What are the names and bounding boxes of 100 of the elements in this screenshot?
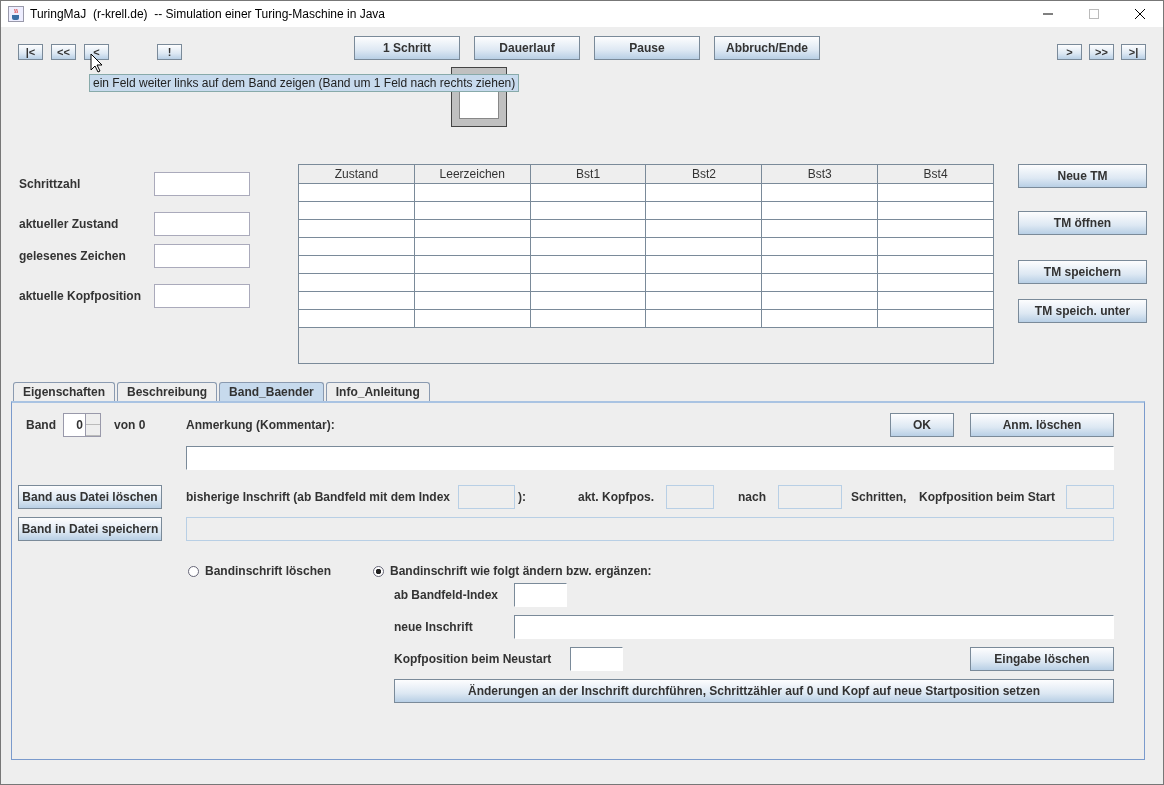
table-cell[interactable] [762, 238, 879, 256]
table-cell[interactable] [299, 256, 415, 274]
run-button[interactable]: 1 Schritt [354, 36, 460, 60]
table-cell[interactable] [878, 184, 993, 202]
table-cell[interactable] [762, 202, 879, 220]
comment-label: Anmerkung (Kommentar): [186, 418, 336, 432]
inscription-input[interactable] [514, 615, 1114, 639]
radio-option[interactable]: Bandinschrift löschen [188, 564, 373, 578]
table-cell[interactable] [299, 292, 415, 310]
restart-position-input[interactable] [570, 647, 623, 671]
table-cell[interactable] [762, 274, 879, 292]
table-cell[interactable] [530, 220, 647, 238]
field-label: ab Bandfeld-Index [394, 588, 499, 602]
table-cell[interactable] [646, 238, 763, 256]
table-cell[interactable] [299, 202, 415, 220]
table-cell[interactable] [299, 184, 415, 202]
cursor-icon [90, 53, 103, 73]
table-cell[interactable] [646, 310, 763, 328]
tape-nav-button[interactable]: ! [157, 44, 182, 60]
status-field[interactable] [154, 172, 250, 196]
tab[interactable]: Eigenschaften [13, 382, 116, 401]
table-cell[interactable] [762, 220, 879, 238]
table-cell[interactable] [530, 202, 647, 220]
table-cell[interactable] [299, 220, 415, 238]
field-label: gelesenes Zeichen [19, 249, 127, 263]
status-field[interactable] [154, 284, 250, 308]
table-cell[interactable] [414, 220, 531, 238]
tape-nav-button[interactable]: |< [18, 44, 43, 60]
table-cell[interactable] [646, 256, 763, 274]
table-cell[interactable] [530, 238, 647, 256]
run-button[interactable]: Pause [594, 36, 700, 60]
table-cell[interactable] [646, 202, 763, 220]
table-cell[interactable] [414, 292, 531, 310]
table-cell[interactable] [414, 256, 531, 274]
table-cell[interactable] [878, 310, 993, 328]
table-cell[interactable] [530, 292, 647, 310]
table-cell[interactable] [878, 292, 993, 310]
table-cell[interactable] [414, 202, 531, 220]
close-icon[interactable] [1134, 8, 1146, 20]
table-cell[interactable] [878, 202, 993, 220]
table-cell[interactable] [646, 220, 763, 238]
band-spinner[interactable]: 0 [63, 413, 101, 437]
file-button[interactable]: TM öffnen [1018, 211, 1147, 235]
ok-button[interactable]: OK [890, 413, 954, 437]
table-cell[interactable] [414, 274, 531, 292]
band-label: Band [26, 418, 57, 432]
run-button[interactable]: Dauerlauf [474, 36, 580, 60]
index-input[interactable] [514, 583, 567, 607]
tape-nav-button[interactable]: >| [1121, 44, 1146, 60]
table-cell[interactable] [762, 310, 879, 328]
table-cell[interactable] [762, 292, 879, 310]
table-cell[interactable] [414, 238, 531, 256]
table-cell[interactable] [762, 256, 879, 274]
run-button[interactable]: Abbruch/Ende [714, 36, 820, 60]
table-cell[interactable] [646, 292, 763, 310]
apply-button[interactable]: Änderungen an der Inschrift durchführen, Schrittzähler auf 0 und Kopf auf neue Startposition setzen [394, 679, 1114, 703]
field-label: ): [518, 490, 527, 504]
table-cell[interactable] [878, 274, 993, 292]
table-cell[interactable] [530, 274, 647, 292]
field-label: akt. Kopfpos. [578, 490, 655, 504]
table-cell[interactable] [646, 184, 763, 202]
table-cell[interactable] [299, 310, 415, 328]
table-cell[interactable] [646, 274, 763, 292]
table-cell[interactable] [878, 238, 993, 256]
radio-option[interactable]: Bandinschrift wie folgt ändern bzw. ergänzen: [373, 564, 652, 578]
field-label: Schritten, [851, 490, 908, 504]
status-field[interactable] [154, 212, 250, 236]
tape-nav-button[interactable]: << [51, 44, 76, 60]
status-field[interactable] [154, 244, 250, 268]
field-label: aktueller Zustand [19, 217, 120, 231]
band-file-button[interactable]: Band aus Datei löschen [18, 485, 162, 509]
table-cell[interactable] [530, 184, 647, 202]
tape-nav-button[interactable]: >> [1089, 44, 1114, 60]
table-cell[interactable] [414, 310, 531, 328]
comment-field[interactable] [186, 446, 1114, 470]
table-cell[interactable] [878, 220, 993, 238]
field-label: nach [738, 490, 767, 504]
field-label: aktuelle Kopfposition [19, 289, 142, 303]
tab[interactable]: Info_Anleitung [325, 382, 430, 401]
table-cell[interactable] [530, 310, 647, 328]
clear-comment-button[interactable]: Anm. löschen [970, 413, 1114, 437]
table-cell[interactable] [530, 256, 647, 274]
file-button[interactable]: TM speichern [1018, 260, 1147, 284]
band-file-button[interactable]: Band in Datei speichern [18, 517, 162, 541]
table-cell[interactable] [299, 238, 415, 256]
field-label: Kopfposition beim Neustart [394, 652, 553, 666]
tape-nav-button[interactable]: > [1057, 44, 1082, 60]
maximize-icon[interactable] [1088, 8, 1100, 20]
table-cell[interactable] [414, 184, 531, 202]
file-button[interactable]: TM speich. unter [1018, 299, 1147, 323]
table-cell[interactable] [878, 256, 993, 274]
tab[interactable]: Band_Baender [219, 382, 324, 401]
tape-nav-button[interactable]: < [84, 44, 109, 60]
table-cell[interactable] [762, 184, 879, 202]
file-button[interactable]: Neue TM [1018, 164, 1147, 188]
tab[interactable]: Beschreibung [117, 382, 218, 401]
field-label: bisherige Inschrift (ab Bandfeld mit dem Index [186, 490, 452, 504]
clear-input-button[interactable]: Eingabe löschen [970, 647, 1114, 671]
band-count: von 0 [114, 418, 146, 432]
table-cell[interactable] [299, 274, 415, 292]
